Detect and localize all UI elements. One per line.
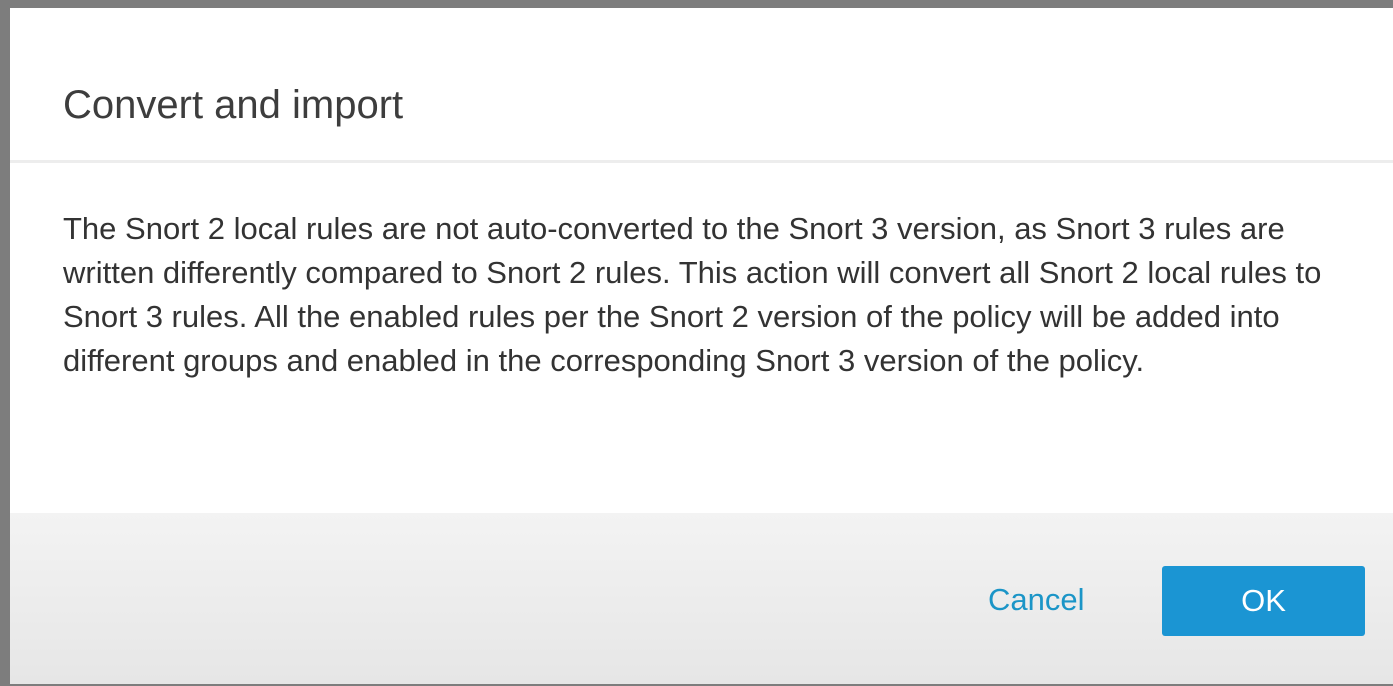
page-backdrop: Convert and import The Snort 2 local rul… bbox=[0, 0, 1393, 686]
ok-button[interactable]: OK bbox=[1162, 566, 1365, 636]
dialog-header: Convert and import bbox=[10, 8, 1393, 163]
dialog-message: The Snort 2 local rules are not auto-con… bbox=[63, 211, 1322, 378]
dialog-footer: Cancel OK bbox=[10, 513, 1393, 684]
dialog-title: Convert and import bbox=[63, 83, 404, 127]
cancel-button[interactable]: Cancel bbox=[988, 575, 1085, 625]
convert-import-dialog: Convert and import The Snort 2 local rul… bbox=[10, 8, 1393, 684]
dialog-body: The Snort 2 local rules are not auto-con… bbox=[10, 163, 1393, 513]
